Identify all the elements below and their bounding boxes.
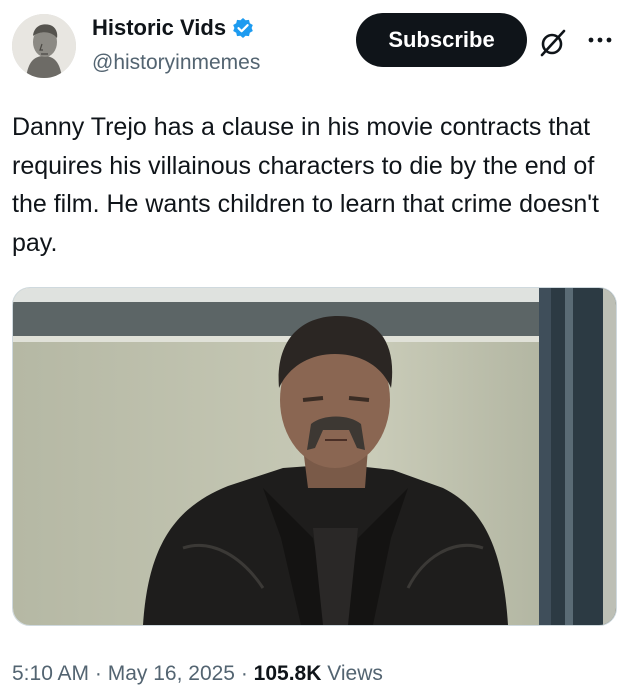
display-name[interactable]: Historic Vids [92, 14, 226, 42]
views-label: Views [321, 662, 383, 685]
tweet-header: Historic Vids @historyinmemes Subscribe [0, 0, 639, 90]
bust-portrait-icon [12, 14, 76, 78]
tweet-photo[interactable] [12, 287, 617, 626]
subscribe-button[interactable]: Subscribe [356, 13, 527, 67]
tweet-meta: 5:10 AM · May 16, 2025 · 105.8K Views [12, 660, 383, 688]
timestamp-date[interactable]: May 16, 2025 [108, 662, 235, 685]
timestamp-time[interactable]: 5:10 AM [12, 662, 89, 685]
verified-badge-icon [233, 18, 253, 38]
meta-separator: · [89, 662, 108, 685]
meta-separator: · [235, 662, 254, 685]
grok-icon[interactable] [536, 26, 570, 60]
avatar[interactable] [12, 14, 76, 78]
handle[interactable]: @historyinmemes [92, 50, 260, 76]
photo-image [13, 288, 616, 625]
more-options-icon[interactable] [583, 22, 617, 56]
tweet-text: Danny Trejo has a clause in his movie co… [12, 113, 599, 257]
views-count: 105.8K [253, 662, 322, 685]
